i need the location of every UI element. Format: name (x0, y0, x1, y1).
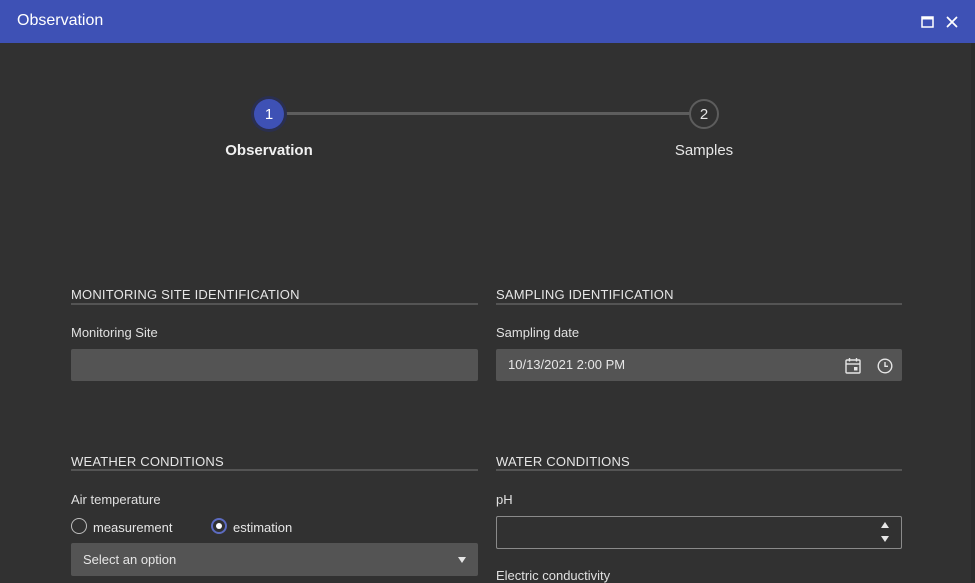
select-placeholder: Select an option (83, 552, 177, 567)
air-temperature-select[interactable]: Select an option (71, 543, 478, 576)
monitoring-site-input[interactable] (71, 349, 478, 381)
step-2-label[interactable]: Samples (624, 142, 784, 159)
water-section-title: WATER CONDITIONS (496, 454, 630, 469)
air-temperature-label: Air temperature (71, 492, 161, 507)
stepper-connector (285, 112, 690, 115)
measurement-radio[interactable] (71, 518, 87, 534)
step-2-number: 2 (699, 105, 709, 123)
sampling-date-input[interactable]: 10/13/2021 2:00 PM (496, 349, 902, 381)
maximize-icon[interactable] (917, 12, 937, 32)
caret-down-icon (458, 557, 466, 563)
clock-icon[interactable] (875, 356, 895, 376)
step-1-number: 1 (264, 105, 274, 123)
spin-up-icon[interactable] (881, 522, 889, 528)
electric-conductivity-label: Electric conductivity (496, 568, 611, 583)
sampling-date-label: Sampling date (496, 325, 580, 340)
spin-down-icon[interactable] (881, 536, 889, 542)
step-1-indicator[interactable]: 1 (254, 99, 284, 129)
monitoring-site-label: Monitoring Site (71, 325, 158, 340)
section-divider (71, 303, 478, 305)
ph-input[interactable] (496, 516, 902, 549)
step-1-label[interactable]: Observation (189, 142, 349, 159)
calendar-icon[interactable] (843, 355, 863, 375)
section-divider (496, 469, 902, 471)
step-2-indicator[interactable]: 2 (689, 99, 719, 129)
section-divider (496, 303, 902, 305)
scrollbar[interactable] (971, 43, 975, 582)
measurement-radio-label[interactable]: measurement (93, 520, 172, 535)
window-title-bar: Observation (0, 0, 975, 43)
monitoring-site-section-title: MONITORING SITE IDENTIFICATION (71, 287, 300, 302)
ph-label: pH (496, 492, 513, 507)
estimation-radio-label[interactable]: estimation (233, 520, 292, 535)
sampling-section-title: SAMPLING IDENTIFICATION (496, 287, 674, 302)
estimation-radio[interactable] (211, 518, 227, 534)
sampling-date-value: 10/13/2021 2:00 PM (508, 357, 626, 372)
weather-section-title: WEATHER CONDITIONS (71, 454, 224, 469)
window-title: Observation (17, 12, 104, 29)
section-divider (71, 469, 478, 471)
close-icon[interactable] (942, 12, 962, 32)
